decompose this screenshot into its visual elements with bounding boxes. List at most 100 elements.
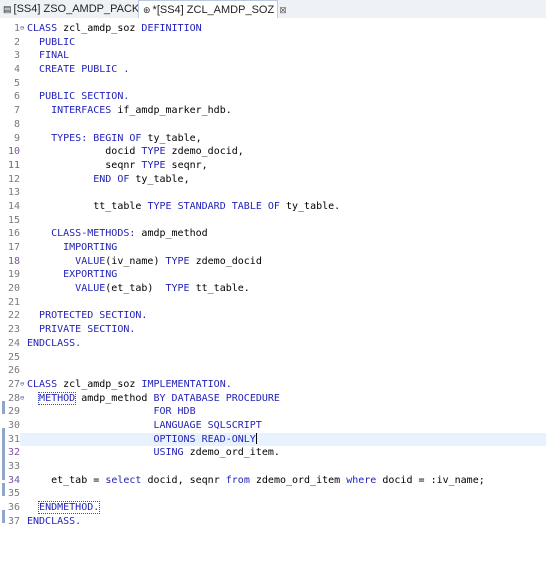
code-line-text[interactable]: PROTECTED SECTION. [27, 310, 147, 321]
code-line-text[interactable]: FINAL [27, 50, 69, 61]
line-number: 35 [7, 488, 20, 500]
code-line[interactable]: 37 ENDCLASS. [0, 515, 546, 529]
code-line-text[interactable]: EXPORTING [27, 269, 117, 280]
line-number: 33 [7, 461, 20, 472]
line-number: 14 [7, 200, 20, 212]
code-line-text[interactable]: TYPES: BEGIN OF ty_table, [27, 133, 202, 144]
code-line[interactable]: 4 CREATE PUBLIC . [0, 63, 546, 77]
tab-label: [SS4] ZSO_AMDP_PACK [13, 3, 140, 15]
tab-zso-amdp-pack[interactable]: ▤ [SS4] ZSO_AMDP_PACK [0, 0, 140, 18]
code-line[interactable]: 8 [0, 118, 546, 132]
code-line[interactable]: 28⊖ METHOD amdp_method BY DATABASE PROCE… [0, 391, 546, 406]
fold-gutter [20, 186, 27, 200]
code-line[interactable]: 5 [0, 77, 546, 91]
code-line[interactable]: 20 VALUE(et_tab) TYPE tt_table. [0, 282, 546, 296]
code-line-text[interactable]: INTERFACES if_amdp_marker_hdb. [27, 105, 232, 116]
line-number: 21 [7, 296, 20, 308]
code-line[interactable]: 33 [0, 460, 546, 474]
code-editor[interactable]: 1⊖ CLASS zcl_amdp_soz DEFINITION 2 PUBLIC 3… [0, 18, 546, 583]
fold-gutter [20, 323, 27, 337]
code-line-text[interactable]: docid TYPE zdemo_docid, [27, 146, 244, 157]
code-line-text[interactable]: METHOD amdp_method BY DATABASE PROCEDURE [27, 391, 280, 405]
code-line[interactable]: 25 [0, 351, 546, 365]
code-line-text[interactable]: ENDCLASS. [27, 516, 81, 527]
code-line-text[interactable]: LANGUAGE SQLSCRIPT [27, 420, 261, 431]
code-line[interactable]: 18 VALUE(iv_name) TYPE zdemo_docid [0, 255, 546, 269]
code-line[interactable]: 24 ENDCLASS. [0, 337, 546, 351]
line-number: 23 [7, 324, 20, 336]
code-line[interactable]: 7 INTERFACES if_amdp_marker_hdb. [0, 104, 546, 118]
code-line-text[interactable]: PUBLIC SECTION. [27, 91, 129, 102]
code-line-text[interactable]: CLASS-METHODS: amdp_method [27, 228, 208, 239]
code-line[interactable]: 30 LANGUAGE SQLSCRIPT [0, 419, 546, 433]
line-number: 25 [7, 351, 20, 363]
code-line-text[interactable]: CLASS zcl_amdp_soz DEFINITION [27, 23, 202, 34]
line-number: 8 [13, 118, 20, 130]
line-number: 19 [7, 269, 20, 281]
line-number: 27 [7, 378, 20, 390]
code-line[interactable]: 35 [0, 487, 546, 501]
code-line[interactable]: 29 FOR HDB [0, 405, 546, 419]
code-line-text[interactable]: FOR HDB [27, 406, 195, 417]
code-line-text[interactable]: et_tab = select docid, seqnr from zdemo_… [27, 475, 485, 486]
code-line-text[interactable]: USING zdemo_ord_item. [27, 447, 279, 458]
code-line-text[interactable]: PUBLIC [27, 37, 75, 48]
fold-toggle-icon[interactable]: ⊖ [20, 22, 27, 36]
code-line[interactable]: 13 [0, 186, 546, 200]
code-line[interactable]: 32 USING zdemo_ord_item. [0, 446, 546, 460]
code-line[interactable]: 12 END OF ty_table, [0, 173, 546, 187]
code-line-text[interactable]: ENDMETHOD. [27, 501, 101, 515]
fold-gutter [20, 159, 27, 173]
code-line[interactable]: 23 PRIVATE SECTION. [0, 323, 546, 337]
code-line-text[interactable]: VALUE(et_tab) TYPE tt_table. [27, 283, 250, 294]
code-text[interactable]: 1⊖ CLASS zcl_amdp_soz DEFINITION 2 PUBLIC 3… [0, 22, 546, 528]
line-number: 10 [7, 146, 20, 158]
line-number: 7 [13, 105, 20, 117]
code-line[interactable]: 10 docid TYPE zdemo_docid, [0, 145, 546, 159]
fold-gutter [20, 49, 27, 63]
code-line[interactable]: 9 TYPES: BEGIN OF ty_table, [0, 132, 546, 146]
code-line[interactable]: 22 PROTECTED SECTION. [0, 309, 546, 323]
code-line[interactable]: 15 [0, 214, 546, 228]
code-line-text[interactable]: OPTIONS READ-ONLY [27, 433, 257, 445]
line-number: 15 [7, 214, 20, 226]
fold-gutter [20, 309, 27, 323]
tab-zcl-amdp-soz[interactable]: ⊛ *[SS4] ZCL_AMDP_SOZ ⊠ [138, 0, 287, 19]
fold-gutter [20, 63, 27, 77]
line-number: 18 [7, 255, 20, 267]
code-line[interactable]: 2 PUBLIC [0, 36, 546, 50]
code-line-text[interactable]: CREATE PUBLIC . [27, 64, 129, 75]
code-line[interactable]: 11 seqnr TYPE seqnr, [0, 159, 546, 173]
close-icon[interactable]: ⊠ [279, 5, 287, 15]
line-number: 4 [13, 64, 20, 76]
code-line-text[interactable]: ENDCLASS. [27, 338, 81, 349]
code-line-text[interactable]: CLASS zcl_amdp_soz IMPLEMENTATION. [27, 379, 232, 390]
code-line-text[interactable]: VALUE(iv_name) TYPE zdemo_docid [27, 256, 262, 267]
code-line[interactable]: 21 [0, 296, 546, 310]
code-line[interactable]: 26 [0, 364, 546, 378]
code-line-text[interactable]: IMPORTING [27, 242, 117, 253]
line-number: 9 [13, 132, 20, 144]
code-line[interactable]: 17 IMPORTING [0, 241, 546, 255]
code-line[interactable]: 19 EXPORTING [0, 268, 546, 282]
code-line-text[interactable]: tt_table TYPE STANDARD TABLE OF ty_table… [27, 201, 340, 212]
code-line[interactable]: 1⊖ CLASS zcl_amdp_soz DEFINITION [0, 22, 546, 36]
fold-gutter [20, 214, 27, 228]
code-line-text[interactable]: END OF ty_table, [27, 174, 189, 185]
code-line[interactable]: 27⊖ CLASS zcl_amdp_soz IMPLEMENTATION. [0, 378, 546, 392]
code-line[interactable]: 6 PUBLIC SECTION. [0, 90, 546, 104]
fold-gutter [20, 173, 27, 187]
code-line[interactable]: 31 OPTIONS READ-ONLY [0, 433, 546, 447]
fold-gutter [20, 282, 27, 296]
fold-gutter [20, 77, 27, 91]
code-line[interactable]: 34 et_tab = select docid, seqnr from zde… [0, 474, 546, 488]
fold-gutter [20, 446, 27, 460]
code-line[interactable]: 36 ENDMETHOD. [0, 501, 546, 515]
fold-toggle-icon[interactable]: ⊖ [20, 378, 27, 392]
code-line[interactable]: 14 tt_table TYPE STANDARD TABLE OF ty_ta… [0, 200, 546, 214]
code-line[interactable]: 16 CLASS-METHODS: amdp_method [0, 227, 546, 241]
code-line-text[interactable]: seqnr TYPE seqnr, [27, 160, 207, 171]
code-line[interactable]: 3 FINAL [0, 49, 546, 63]
fold-toggle-icon[interactable]: ⊖ [20, 392, 27, 406]
code-line-text[interactable]: PRIVATE SECTION. [27, 324, 135, 335]
